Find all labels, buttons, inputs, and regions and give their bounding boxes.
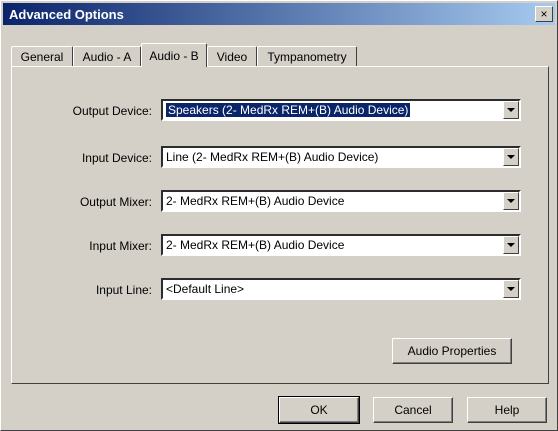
- close-button[interactable]: ×: [535, 6, 553, 22]
- tab-label: General: [20, 49, 64, 64]
- input-device-label: Input Device:: [81, 151, 152, 165]
- tab-panel-audio-b: Output Device: Speakers (2- MedRx REM+(B…: [11, 66, 549, 384]
- tab-label: Tympanometry: [267, 49, 347, 64]
- chevron-down-icon: [507, 155, 515, 159]
- dropdown-button[interactable]: [503, 236, 519, 254]
- tab-label: Video: [216, 49, 248, 64]
- output-device-value: Speakers (2- MedRx REM+(B) Audio Device): [164, 103, 412, 117]
- ok-button[interactable]: OK: [278, 396, 360, 424]
- output-mixer-label: Output Mixer:: [79, 195, 152, 209]
- help-button[interactable]: Help: [467, 397, 547, 423]
- chevron-down-icon: [507, 243, 515, 247]
- chevron-down-icon: [507, 199, 515, 203]
- tab-audio-a[interactable]: Audio - A: [73, 46, 141, 66]
- output-device-label: Output Device:: [72, 104, 152, 118]
- dropdown-button[interactable]: [503, 192, 519, 210]
- title-bar[interactable]: Advanced Options ×: [3, 3, 555, 25]
- tab-audio-b[interactable]: Audio - B: [141, 43, 207, 67]
- tab-general[interactable]: General: [11, 46, 73, 66]
- tab-tympanometry[interactable]: Tympanometry: [257, 46, 357, 66]
- input-device-value: Line (2- MedRx REM+(B) Audio Device): [166, 150, 379, 164]
- input-mixer-select[interactable]: 2- MedRx REM+(B) Audio Device: [161, 234, 521, 256]
- input-line-label: Input Line:: [95, 283, 152, 297]
- input-line-select[interactable]: <Default Line>: [161, 278, 521, 300]
- dropdown-button[interactable]: [503, 101, 519, 119]
- output-mixer-select[interactable]: 2- MedRx REM+(B) Audio Device: [161, 190, 521, 212]
- input-mixer-value: 2- MedRx REM+(B) Audio Device: [166, 238, 345, 252]
- chevron-down-icon: [507, 287, 515, 291]
- chevron-down-icon: [507, 108, 515, 112]
- output-mixer-value: 2- MedRx REM+(B) Audio Device: [166, 194, 345, 208]
- tab-label: Audio - B: [149, 48, 199, 63]
- output-device-select[interactable]: Speakers (2- MedRx REM+(B) Audio Device): [161, 99, 521, 121]
- dialog-title: Advanced Options: [9, 6, 124, 22]
- input-device-select[interactable]: Line (2- MedRx REM+(B) Audio Device): [161, 146, 521, 168]
- tab-label: Audio - A: [82, 49, 132, 64]
- dropdown-button[interactable]: [503, 280, 519, 298]
- audio-properties-button[interactable]: Audio Properties: [392, 338, 512, 364]
- cancel-button[interactable]: Cancel: [373, 397, 453, 423]
- advanced-options-dialog: Advanced Options × General Audio - A Aud…: [0, 0, 558, 431]
- input-mixer-label: Input Mixer:: [89, 239, 152, 253]
- input-line-value: <Default Line>: [166, 282, 245, 296]
- dropdown-button[interactable]: [503, 148, 519, 166]
- close-icon: ×: [540, 7, 548, 21]
- tab-video[interactable]: Video: [207, 46, 257, 66]
